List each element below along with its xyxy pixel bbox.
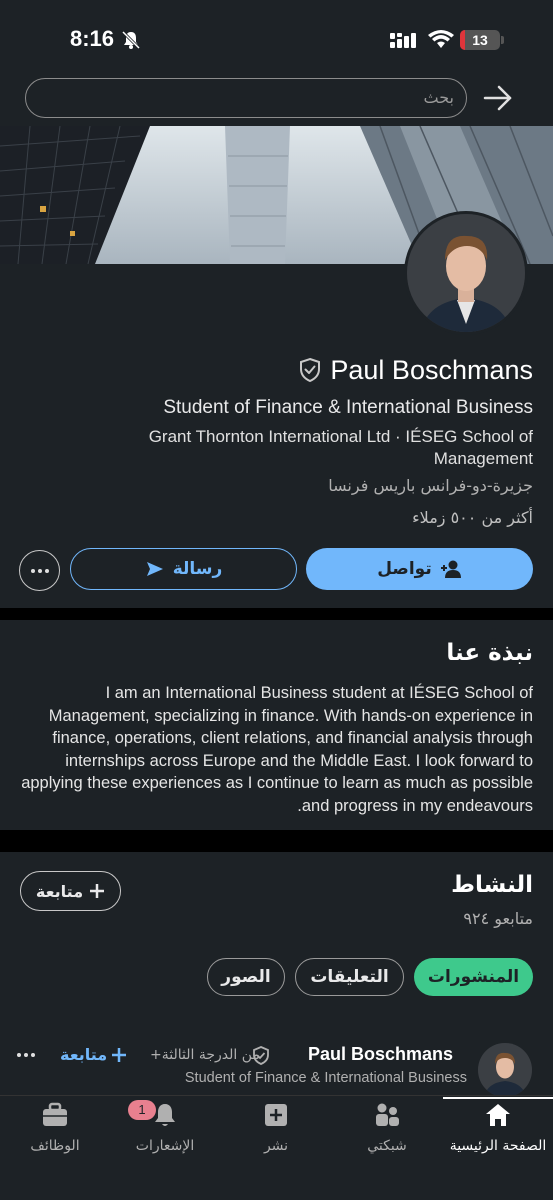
profile-connections[interactable]: أكثر من ٥٠٠ زملاء [412,508,533,527]
nav-home-label: الصفحة الرئيسية [449,1138,547,1154]
about-text: I am an International Business student a… [21,684,533,815]
search-input[interactable]: بحث [25,78,467,118]
nav-notifications[interactable]: الإشعارات [110,1102,220,1154]
post-icon [265,1104,287,1126]
nav-notifications-label: الإشعارات [135,1138,195,1154]
message-label: رسالة [172,559,223,579]
post-author-name[interactable]: Paul Boschmans [308,1044,453,1065]
avatar-photo [407,214,525,332]
activity-title: النشاط [451,872,533,898]
back-arrow-icon[interactable] [483,84,513,112]
nav-jobs[interactable]: الوظائف [0,1102,110,1154]
battery-cap [501,36,504,44]
dot [17,1053,21,1057]
bell-slash-icon [121,30,141,50]
message-button[interactable]: رسالة [70,548,297,590]
connect-label: تواصل [377,559,432,579]
dot [44,568,49,573]
status-time: 8:16 [70,26,115,51]
post-follow-button[interactable]: متابعة [60,1045,127,1064]
dot [24,1053,28,1057]
post-more-options[interactable] [17,1053,35,1057]
battery-percentage: 13 [472,32,488,48]
dot [31,1053,35,1057]
nav-network-label: شبكتي [367,1138,407,1154]
followers-count: متابعو ٩٢٤ [463,909,533,928]
network-icon [376,1103,399,1126]
dot [30,568,35,573]
nav-post-label: نشر [263,1138,289,1154]
profile-avatar[interactable] [404,211,528,335]
plus-icon [90,884,105,898]
notification-badge: 1 [128,1100,156,1120]
add-person-icon [440,560,461,578]
profile-company: Grant Thornton International Ltd · IÉSEG… [148,427,533,468]
tab-comments[interactable]: التعليقات [295,958,404,996]
profile-location: جزيرة-دو-فرانس باريس فرنسا [328,476,533,495]
bell-icon [155,1104,175,1126]
send-icon [146,562,163,576]
dot [37,568,42,573]
follow-button[interactable]: متابعة [20,871,121,911]
profile-name-row: Paul Boschmans [298,352,533,388]
nav-home[interactable]: الصفحة الرئيسية [443,1102,553,1154]
about-title: نبذة عنا [446,640,533,666]
verified-shield-icon[interactable] [298,357,322,383]
wifi-icon [428,30,454,48]
avatar-photo [478,1043,532,1097]
signal-icon [390,33,416,48]
profile-name: Paul Boschmans [330,354,533,385]
more-options-button[interactable] [19,550,60,591]
connect-button[interactable]: تواصل [306,548,533,590]
nav-my-network[interactable]: شبكتي [332,1102,442,1154]
post-author-headline: Student of Finance & International Busin… [184,1070,467,1086]
follow-label: متابعة [35,881,84,901]
post-follow-label: متابعة [60,1045,108,1064]
active-tab-indicator [443,1097,553,1099]
post-connection-degree: من الدرجة الثالثة+ [150,1047,260,1063]
tab-posts[interactable]: المنشورات [414,958,533,996]
home-icon [486,1104,510,1126]
battery-icon: 13 [460,30,500,50]
briefcase-icon [43,1102,67,1126]
profile-headline: Student of Finance & International Busin… [163,397,533,418]
plus-icon [112,1047,127,1062]
post-author-avatar[interactable] [478,1043,532,1097]
nav-post[interactable]: نشر [221,1102,331,1154]
search-placeholder: بحث [423,88,455,107]
tab-photos[interactable]: الصور [207,958,285,996]
nav-jobs-label: الوظائف [30,1138,80,1154]
